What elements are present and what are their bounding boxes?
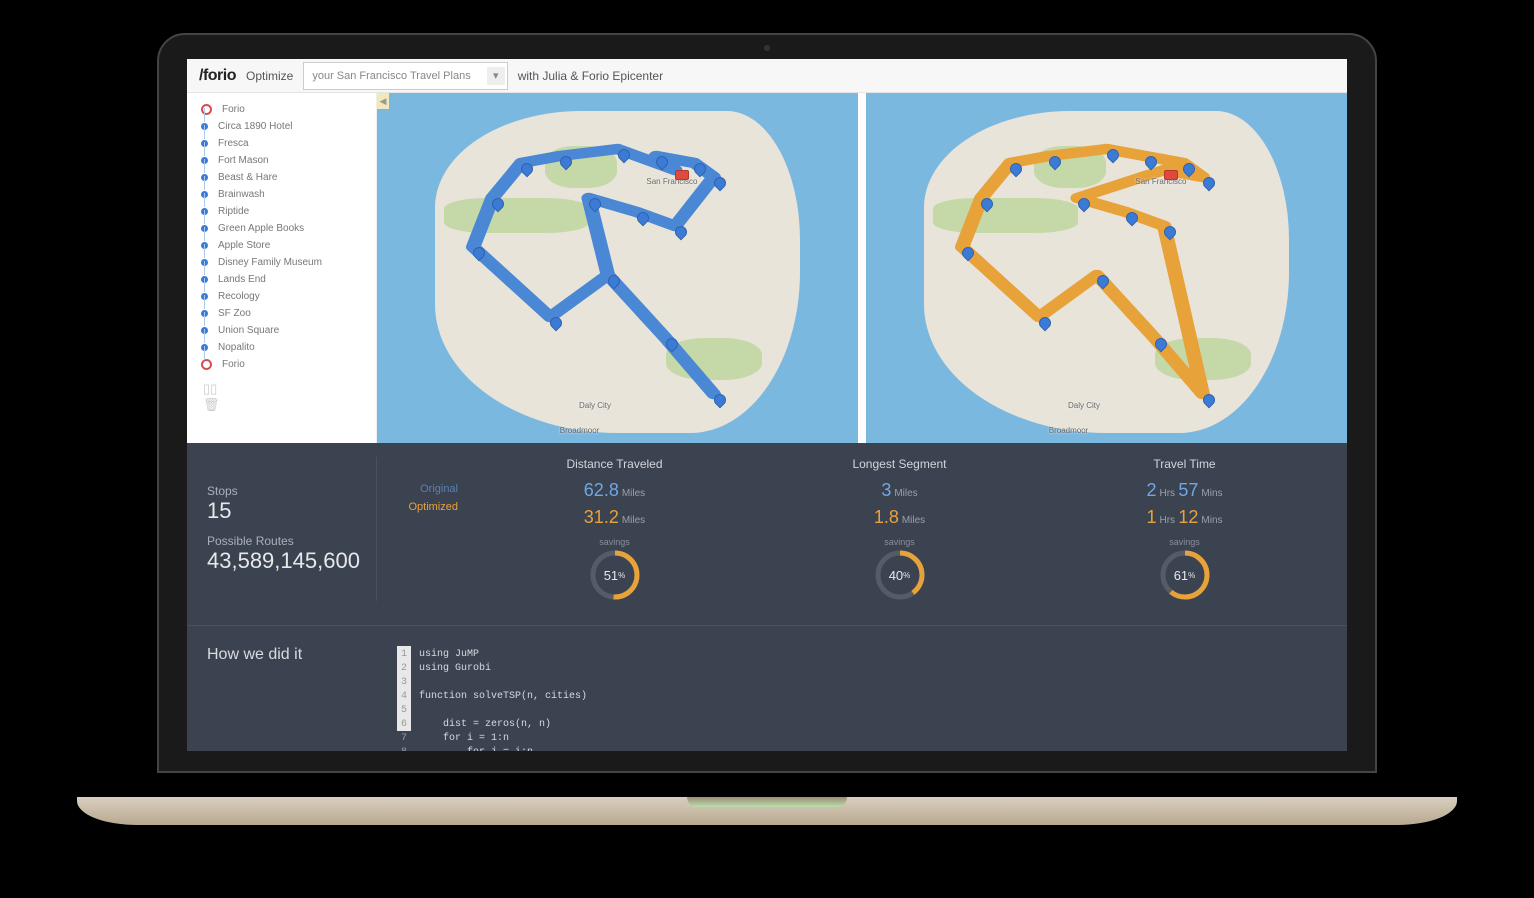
savings-gauge: 61% bbox=[1159, 549, 1211, 601]
map-optimized[interactable]: San Francisco Daly City Broadmoor bbox=[866, 93, 1347, 443]
routes-label: Possible Routes bbox=[207, 534, 366, 548]
stats-metrics: Original Optimized Distance Traveled 62.… bbox=[377, 457, 1327, 601]
stop-item[interactable]: SF Zoo bbox=[201, 305, 366, 322]
metric-2: Travel Time 2Hrs 57Mins 1Hrs 12Mins savi… bbox=[1042, 457, 1327, 601]
maps-row: ForioCirca 1890 HotelFrescaFort MasonBea… bbox=[187, 93, 1347, 443]
map-label-sf: San Francisco bbox=[646, 177, 697, 186]
savings-label: savings 61% bbox=[1159, 537, 1211, 601]
code-gutter: 12345678 bbox=[397, 646, 411, 731]
pin-origin-icon[interactable] bbox=[1164, 170, 1178, 180]
header-bar: /forio Optimize your San Francisco Trave… bbox=[187, 59, 1347, 93]
metric-0: Distance Traveled 62.8Miles 31.2Miles sa… bbox=[472, 457, 757, 601]
map-icon[interactable]: ▯▯ bbox=[203, 381, 217, 396]
stop-item[interactable]: Forio bbox=[201, 101, 366, 118]
routes-value: 43,589,145,600 bbox=[207, 548, 366, 574]
metric-1: Longest Segment 3Miles 1.8Miles savings … bbox=[757, 457, 1042, 601]
optimize-label: Optimize bbox=[246, 69, 293, 83]
chevron-down-icon: ▾ bbox=[487, 67, 505, 85]
metric-optimized: 31.2Miles bbox=[584, 504, 645, 531]
metric-title: Longest Segment bbox=[852, 457, 946, 471]
code-editor[interactable]: 12345678 using JuMP using Gurobi functio… bbox=[397, 646, 1327, 731]
metric-optimized: 1Hrs 12Mins bbox=[1146, 504, 1222, 531]
sidebar-icons: ▯▯ 🗑 bbox=[201, 381, 366, 413]
stats-summary: Stops 15 Possible Routes 43,589,145,600 bbox=[207, 457, 377, 601]
savings-gauge: 40% bbox=[874, 549, 926, 601]
stop-item[interactable]: Disney Family Museum bbox=[201, 254, 366, 271]
map-label-daly: Daly City bbox=[1068, 401, 1100, 410]
map-compare: ◀ San Francisco Daly City Broadmoor bbox=[377, 93, 1347, 443]
stop-item[interactable]: Union Square bbox=[201, 322, 366, 339]
laptop-base bbox=[77, 797, 1457, 825]
savings-gauge: 51% bbox=[589, 549, 641, 601]
laptop-notch bbox=[687, 797, 847, 807]
with-label: with Julia & Forio Epicenter bbox=[518, 69, 663, 83]
stop-item[interactable]: Recology bbox=[201, 288, 366, 305]
trash-icon[interactable]: 🗑 bbox=[203, 397, 220, 412]
savings-label: savings 51% bbox=[589, 537, 641, 601]
stops-sidebar: ForioCirca 1890 HotelFrescaFort MasonBea… bbox=[187, 93, 377, 443]
stops-label: Stops bbox=[207, 484, 366, 498]
stop-item[interactable]: Fresca bbox=[201, 135, 366, 152]
stop-item[interactable]: Apple Store bbox=[201, 237, 366, 254]
map-label-sf: San Francisco bbox=[1135, 177, 1186, 186]
legend-optimized: Optimized bbox=[377, 501, 458, 513]
code-panel: How we did it 12345678 using JuMP using … bbox=[187, 625, 1347, 751]
stop-list: ForioCirca 1890 HotelFrescaFort MasonBea… bbox=[201, 101, 366, 373]
collapse-sidebar-button[interactable]: ◀ bbox=[377, 93, 389, 109]
metric-title: Travel Time bbox=[1153, 457, 1215, 471]
metric-title: Distance Traveled bbox=[566, 457, 662, 471]
stop-item[interactable]: Lands End bbox=[201, 271, 366, 288]
stop-item[interactable]: Nopalito bbox=[201, 339, 366, 356]
dropdown-value: your San Francisco Travel Plans bbox=[312, 70, 470, 82]
metric-optimized: 1.8Miles bbox=[874, 504, 925, 531]
map-label-broadmoor: Broadmoor bbox=[1049, 426, 1089, 435]
stop-item[interactable]: Riptide bbox=[201, 203, 366, 220]
legend: Original Optimized bbox=[377, 457, 472, 601]
map-original[interactable]: San Francisco Daly City Broadmoor bbox=[377, 93, 858, 443]
stop-item[interactable]: Forio bbox=[201, 356, 366, 373]
pin-origin-icon[interactable] bbox=[675, 170, 689, 180]
logo: /forio bbox=[199, 67, 236, 85]
stop-item[interactable]: Green Apple Books bbox=[201, 220, 366, 237]
laptop-frame: /forio Optimize your San Francisco Trave… bbox=[157, 33, 1377, 825]
stats-panel: Stops 15 Possible Routes 43,589,145,600 … bbox=[187, 443, 1347, 625]
app-screen: /forio Optimize your San Francisco Trave… bbox=[187, 59, 1347, 751]
stop-item[interactable]: Beast & Hare bbox=[201, 169, 366, 186]
map-label-broadmoor: Broadmoor bbox=[560, 426, 600, 435]
plan-dropdown[interactable]: your San Francisco Travel Plans ▾ bbox=[303, 62, 507, 90]
metric-original: 62.8Miles bbox=[584, 477, 645, 504]
stops-value: 15 bbox=[207, 498, 366, 524]
legend-original: Original bbox=[377, 483, 458, 495]
code-source: using JuMP using Gurobi function solveTS… bbox=[411, 646, 595, 731]
metric-original: 2Hrs 57Mins bbox=[1146, 477, 1222, 504]
stop-item[interactable]: Fort Mason bbox=[201, 152, 366, 169]
metric-original: 3Miles bbox=[881, 477, 917, 504]
webcam-icon bbox=[764, 45, 770, 51]
stop-item[interactable]: Brainwash bbox=[201, 186, 366, 203]
savings-label: savings 40% bbox=[874, 537, 926, 601]
laptop-bezel: /forio Optimize your San Francisco Trave… bbox=[157, 33, 1377, 773]
code-heading: How we did it bbox=[207, 646, 377, 731]
map-label-daly: Daly City bbox=[579, 401, 611, 410]
stop-item[interactable]: Circa 1890 Hotel bbox=[201, 118, 366, 135]
